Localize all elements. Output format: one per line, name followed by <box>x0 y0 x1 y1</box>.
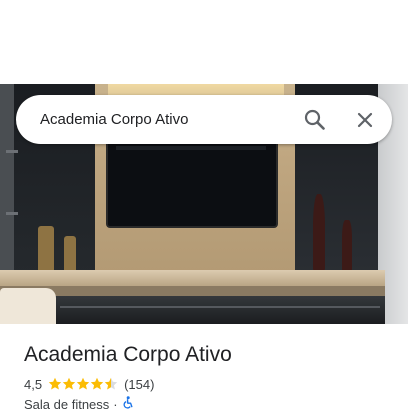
place-title: Academia Corpo Ativo <box>24 343 232 366</box>
photo-tv-highlight <box>116 146 266 150</box>
review-count[interactable]: (154) <box>124 377 154 392</box>
photo-deer-figurine <box>64 236 76 274</box>
search-bar[interactable]: Academia Corpo Ativo <box>16 95 392 144</box>
wheelchair-accessible-icon <box>122 396 134 412</box>
star-icon <box>62 377 76 390</box>
photo-cabinet <box>0 296 385 324</box>
photo-deer-figurine <box>38 226 54 274</box>
star-icon <box>90 377 104 390</box>
category-row: Sala de fitness · <box>24 396 134 412</box>
photo-wall-pin <box>6 212 18 215</box>
place-info-panel[interactable]: Academia Corpo Ativo 4,5 (154) Sala de f… <box>0 324 408 412</box>
map-top-area <box>0 0 408 84</box>
rating-value: 4,5 <box>24 376 43 392</box>
search-icon[interactable] <box>300 105 330 135</box>
star-icon <box>76 377 90 390</box>
star-rating <box>48 377 118 391</box>
rating-row[interactable]: 4,5 (154) <box>24 375 154 393</box>
photo-television <box>108 142 276 226</box>
close-icon[interactable] <box>350 105 380 135</box>
photo-vase <box>342 220 352 274</box>
place-category: Sala de fitness <box>24 396 110 412</box>
photo-shelf-front <box>0 286 385 296</box>
photo-wall-pin <box>6 150 18 153</box>
star-icon <box>48 377 62 390</box>
photo-shelf <box>0 270 385 286</box>
separator-dot: · <box>113 396 118 412</box>
search-input[interactable]: Academia Corpo Ativo <box>40 95 188 144</box>
star-icon <box>104 377 118 390</box>
photo-armchair <box>0 288 56 324</box>
photo-vase <box>313 194 325 274</box>
photo-drawer-line <box>60 306 380 308</box>
